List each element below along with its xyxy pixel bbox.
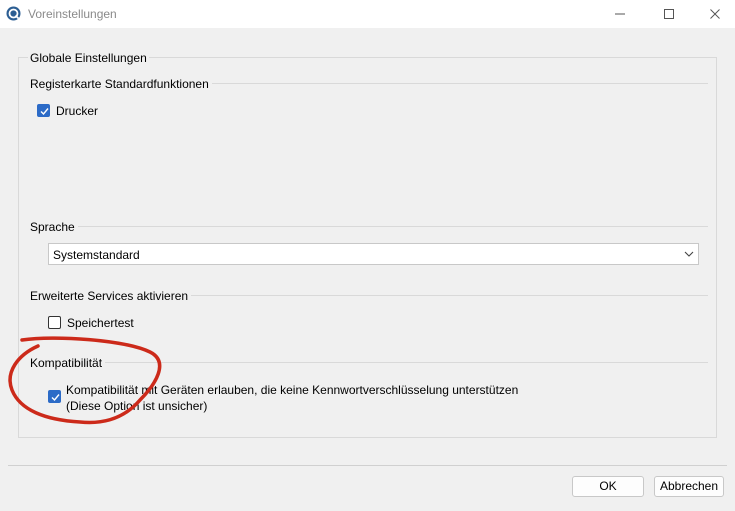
printer-checkbox-row[interactable]: Drucker	[37, 103, 98, 119]
compatibility-option-line2: (Diese Option ist unsicher)	[66, 399, 208, 413]
checkmark-icon	[40, 108, 49, 116]
global-settings-label: Globale Einstellungen	[28, 51, 149, 65]
language-select[interactable]: Systemstandard	[48, 243, 699, 265]
footer-divider	[8, 465, 727, 466]
close-icon	[710, 9, 720, 19]
maximize-icon	[664, 9, 674, 19]
memory-test-checkbox-row[interactable]: Speichertest	[48, 315, 134, 331]
app-logo-icon	[6, 6, 21, 21]
printer-label: Drucker	[56, 104, 99, 118]
maximize-button[interactable]	[646, 0, 692, 28]
minimize-icon	[615, 13, 625, 15]
minimize-button[interactable]	[597, 0, 643, 28]
cancel-button[interactable]: Abbrechen	[654, 476, 724, 497]
language-select-value: Systemstandard	[53, 248, 140, 262]
tab-defaults-label: Registerkarte Standardfunktionen	[30, 77, 212, 91]
window-title: Voreinstellungen	[28, 7, 117, 21]
memory-test-checkbox[interactable]	[48, 316, 61, 329]
checkmark-icon	[51, 394, 60, 402]
section-divider	[30, 226, 708, 227]
chevron-down-icon	[684, 251, 694, 257]
ok-button[interactable]: OK	[572, 476, 644, 497]
compatibility-checkbox-row[interactable]: Kompatibilität mit Geräten erlauben, die…	[48, 382, 518, 414]
compatibility-option-line1: Kompatibilität mit Geräten erlauben, die…	[66, 383, 519, 397]
services-label: Erweiterte Services aktivieren	[30, 289, 192, 303]
memory-test-label: Speichertest	[67, 316, 134, 330]
compatibility-option-label: Kompatibilität mit Geräten erlauben, die…	[66, 382, 518, 414]
close-button[interactable]	[692, 0, 735, 28]
compatibility-label: Kompatibilität	[30, 356, 106, 370]
printer-checkbox[interactable]	[37, 104, 50, 117]
title-bar: Voreinstellungen	[0, 0, 735, 28]
language-label: Sprache	[30, 220, 78, 234]
compatibility-checkbox[interactable]	[48, 390, 61, 403]
section-divider	[30, 362, 708, 363]
